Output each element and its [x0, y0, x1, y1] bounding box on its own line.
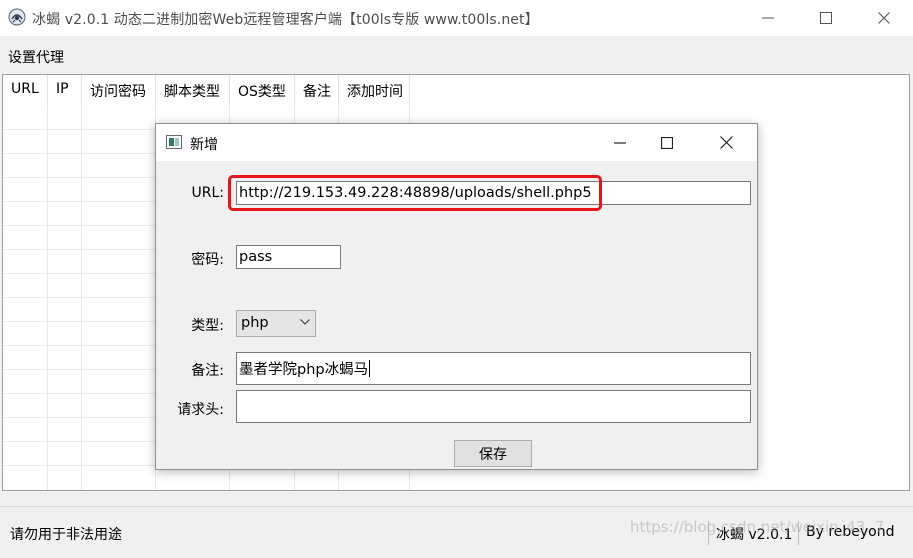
column-header-os-type[interactable]: OS类型: [230, 75, 295, 105]
close-icon: [878, 12, 890, 24]
menu-item-proxy-settings[interactable]: 设置代理: [8, 47, 64, 67]
add-shell-dialog: 新增 URL: 密码: 类型: php 备注: 墨者学院php冰蝎马: [155, 123, 758, 470]
note-field[interactable]: 墨者学院php冰蝎马: [236, 352, 751, 385]
minimize-button[interactable]: [745, 0, 791, 36]
dialog-minimize-button[interactable]: [597, 124, 643, 161]
column-header-note[interactable]: 备注: [295, 75, 339, 105]
author-label: By rebeyond: [806, 524, 895, 540]
maximize-button[interactable]: [803, 0, 849, 36]
minimize-icon: [762, 17, 774, 19]
note-value: 墨者学院php冰蝎马: [239, 362, 369, 378]
save-button[interactable]: 保存: [454, 440, 532, 467]
column-header-add-time[interactable]: 添加时间: [339, 75, 410, 105]
column-header-ip[interactable]: IP: [48, 75, 82, 105]
password-label: 密码:: [191, 252, 224, 268]
version-label: 冰蝎 v2.0.1: [716, 527, 793, 543]
maximize-icon: [820, 12, 832, 24]
password-field[interactable]: [236, 245, 341, 269]
scorpion-logo-icon: [8, 8, 26, 26]
script-type-select[interactable]: php: [236, 310, 316, 337]
main-window: 冰蝎 v2.0.1 动态二进制加密Web远程管理客户端【t00ls专版 www.…: [0, 0, 913, 558]
maximize-icon: [661, 136, 673, 149]
script-type-value: php: [241, 315, 269, 331]
minimize-icon: [614, 141, 626, 144]
type-label: 类型:: [191, 318, 224, 334]
legal-notice: 请勿用于非法用途: [10, 527, 122, 543]
close-button[interactable]: [861, 0, 907, 36]
status-bar: 请勿用于非法用途 冰蝎 v2.0.1 By rebeyond: [0, 506, 913, 558]
title-bar: 冰蝎 v2.0.1 动态二进制加密Web远程管理客户端【t00ls专版 www.…: [0, 0, 913, 36]
column-header-url[interactable]: URL: [3, 75, 48, 105]
url-label: URL:: [191, 185, 225, 201]
chevron-down-icon: [300, 319, 310, 325]
dialog-close-button[interactable]: [703, 124, 749, 161]
request-headers-field[interactable]: [236, 390, 751, 423]
url-field[interactable]: [236, 181, 751, 205]
text-caret: [369, 360, 371, 377]
dialog-title: 新增: [190, 137, 218, 153]
window-app-icon: [166, 135, 182, 149]
headers-label: 请求头:: [177, 402, 224, 418]
window-title: 冰蝎 v2.0.1 动态二进制加密Web远程管理客户端【t00ls专版 www.…: [32, 12, 539, 28]
close-icon: [719, 136, 733, 149]
column-header-script-type[interactable]: 脚本类型: [156, 75, 230, 105]
menu-bar: 设置代理: [0, 36, 913, 74]
status-separator: [708, 521, 709, 545]
dialog-title-bar: 新增: [156, 124, 757, 161]
column-header-password[interactable]: 访问密码: [82, 75, 156, 105]
note-label: 备注:: [191, 363, 224, 379]
status-separator: [798, 521, 799, 545]
dialog-maximize-button[interactable]: [644, 124, 690, 161]
table-header: URL IP 访问密码 脚本类型 OS类型 备注 添加时间: [3, 75, 909, 105]
